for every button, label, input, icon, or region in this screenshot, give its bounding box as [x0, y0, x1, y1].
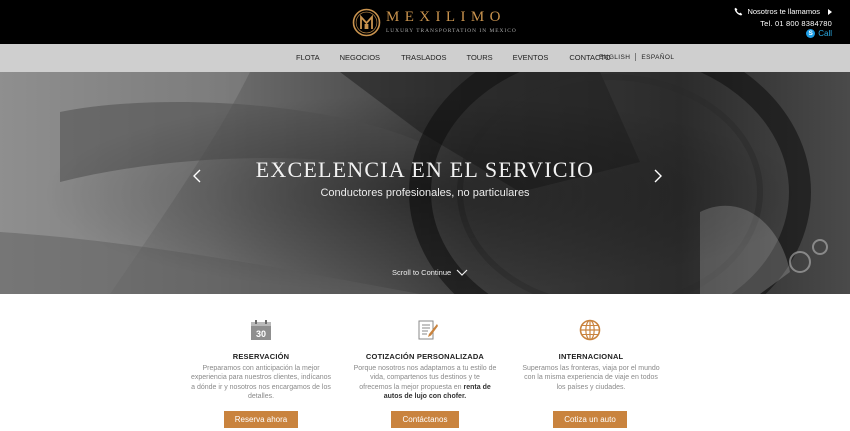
chevron-right-icon — [828, 8, 832, 15]
nav-item-flota[interactable]: FLOTA — [296, 44, 320, 72]
lang-espanol[interactable]: ESPAÑOL — [641, 54, 674, 61]
quote-document-icon — [418, 320, 438, 340]
logo-emblem-icon — [352, 8, 381, 37]
nav-item-negocios[interactable]: NEGOCIOS — [340, 44, 380, 72]
globe-icon — [579, 319, 601, 341]
hero-background-image — [0, 72, 850, 294]
hero-subtitle: Conductores profesionales, no particular… — [320, 187, 530, 199]
phone-icon — [735, 7, 743, 16]
feature-title: COTIZACIÓN PERSONALIZADA — [365, 352, 485, 361]
features-section: 30 RESERVACIÓN Preparamos con anticipaci… — [0, 294, 850, 431]
skype-call-label: Call — [818, 29, 832, 38]
callback-label: Nosotros te llamamos — [747, 7, 820, 16]
svg-text:30: 30 — [256, 329, 266, 339]
feature-description: Preparamos con anticipación la mejor exp… — [190, 365, 332, 401]
skype-call-button[interactable]: S Call — [806, 29, 832, 38]
main-nav: FLOTA NEGOCIOS TRASLADOS TOURS EVENTOS C… — [0, 44, 850, 72]
scroll-to-continue[interactable]: Scroll to Continue — [392, 268, 468, 277]
feature-title: RESERVACIÓN — [232, 352, 290, 361]
skype-icon: S — [806, 29, 816, 38]
lang-divider — [635, 53, 637, 61]
hero-title: EXCELENCIA EN EL SERVICIO — [255, 157, 595, 182]
logo-tagline: LUXURY TRANSPORTATION IN MEXICO — [386, 28, 517, 34]
nav-items: FLOTA NEGOCIOS TRASLADOS TOURS EVENTOS C… — [282, 44, 611, 72]
cotiza-un-auto-button[interactable]: Cotiza un auto — [553, 411, 627, 428]
top-header: MEXILIMO LUXURY TRANSPORTATION IN MEXICO… — [0, 0, 850, 44]
feature-description: Superamos las fronteras, viaja por el mu… — [522, 365, 660, 391]
mexilimo-logo[interactable]: MEXILIMO LUXURY TRANSPORTATION IN MEXICO — [352, 8, 516, 38]
contact-block: Nosotros te llamamos Tel. 01 800 8384780… — [650, 0, 850, 44]
chevron-right-icon[interactable] — [652, 169, 664, 183]
nav-item-traslados[interactable]: TRASLADOS — [401, 44, 446, 72]
scroll-label: Scroll to Continue — [392, 268, 452, 277]
lang-english[interactable]: ENGLISH — [599, 54, 630, 61]
feature-description: Porque nosotros nos adaptamos a tu estil… — [353, 364, 497, 402]
logo-name: MEXILIMO — [386, 9, 506, 25]
feature-title: INTERNACIONAL — [558, 352, 624, 361]
language-switcher: ENGLISH ESPAÑOL — [599, 53, 674, 61]
phone-number[interactable]: Tel. 01 800 8384780 — [760, 19, 832, 28]
chevron-down-icon — [456, 269, 468, 276]
callback-link[interactable]: Nosotros te llamamos — [734, 7, 832, 16]
reserva-ahora-button[interactable]: Reserva ahora — [224, 411, 298, 428]
hero-banner: EXCELENCIA EN EL SERVICIO Conductores pr… — [0, 72, 850, 294]
contactanos-button[interactable]: Contáctanos — [391, 411, 459, 428]
nav-item-eventos[interactable]: EVENTOS — [513, 44, 549, 72]
calendar-icon: 30 — [251, 320, 271, 340]
nav-item-tours[interactable]: TOURS — [467, 44, 493, 72]
chevron-left-icon[interactable] — [191, 169, 203, 183]
